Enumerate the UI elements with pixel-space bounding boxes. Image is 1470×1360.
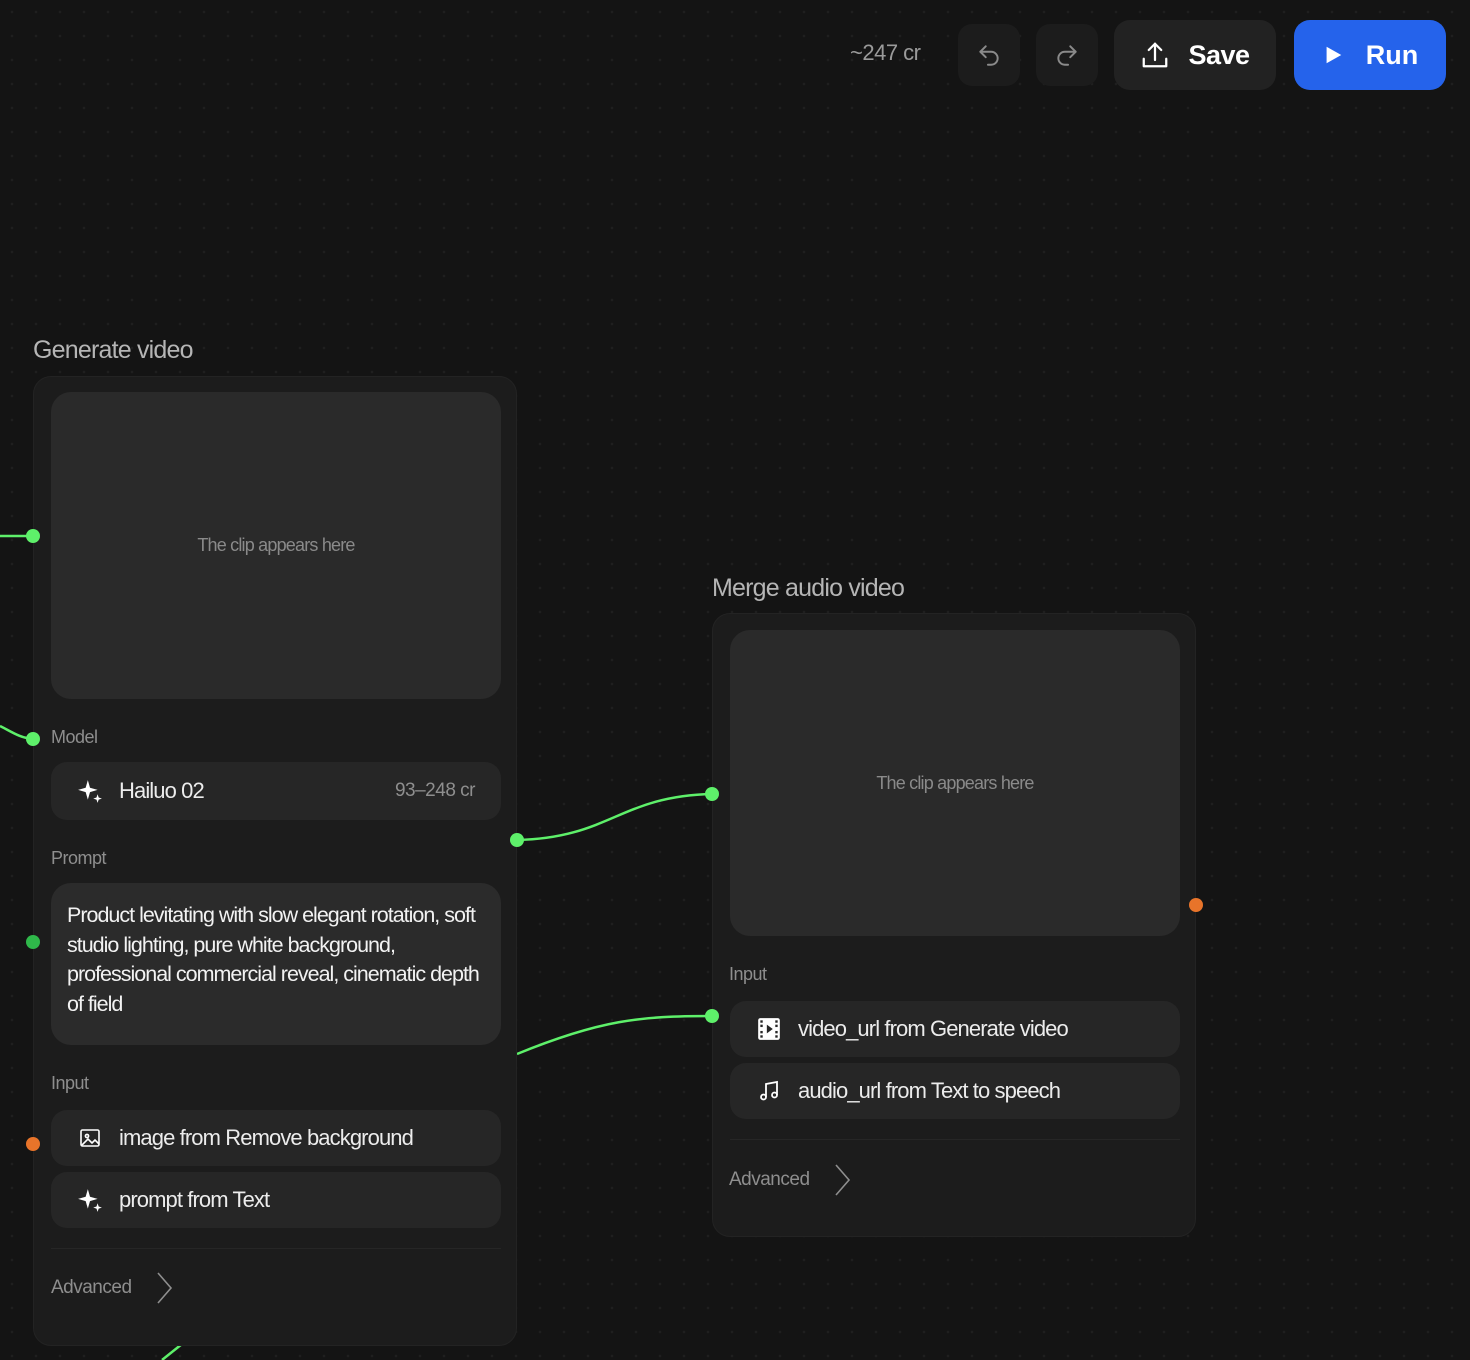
advanced-toggle[interactable]: Advanced [51, 1271, 174, 1305]
video-preview: The clip appears here [730, 630, 1180, 936]
model-name: Hailuo 02 [119, 778, 205, 803]
advanced-label: Advanced [51, 1277, 132, 1298]
merge-audio-input-port[interactable] [705, 1009, 719, 1023]
sparkle-icon [77, 778, 103, 804]
input-row-image[interactable]: image from Remove background [51, 1110, 501, 1166]
run-label: Run [1365, 39, 1419, 70]
advanced-toggle[interactable]: Advanced [729, 1163, 852, 1197]
prompt-input[interactable]: Product levitating with slow elegant rot… [51, 883, 501, 1045]
film-icon [756, 1016, 782, 1042]
input-row-audio[interactable]: audio_url from Text to speech [730, 1063, 1180, 1119]
prompt-input-port[interactable] [26, 935, 40, 949]
merge-audio-video-node[interactable]: The clip appears here Input video_url fr… [712, 613, 1196, 1237]
credits-balance: ~247 cr [850, 40, 921, 65]
model-selector[interactable]: Hailuo 02 93–248 cr [51, 762, 501, 820]
input-row-label: prompt from Text [119, 1187, 270, 1212]
input-row-label: image from Remove background [119, 1125, 414, 1150]
divider [51, 1248, 501, 1249]
model-cost: 93–248 cr [394, 780, 476, 801]
redo-button[interactable] [1036, 24, 1098, 86]
divider [730, 1139, 1180, 1140]
undo-icon [979, 45, 999, 66]
input-row-label: video_url from Generate video [798, 1016, 1069, 1041]
merge-audio-video-title: Merge audio video [712, 574, 905, 602]
model-input-port[interactable] [26, 732, 40, 746]
advanced-label: Advanced [729, 1169, 810, 1190]
input-row-label: audio_url from Text to speech [798, 1078, 1061, 1103]
model-label: Model [51, 727, 98, 747]
input-row-prompt[interactable]: prompt from Text [51, 1172, 501, 1228]
sparkle-icon [77, 1187, 103, 1213]
upload-icon [1143, 42, 1168, 68]
generate-video-title: Generate video [33, 336, 194, 364]
image-icon [77, 1125, 103, 1151]
video-preview: The clip appears here [51, 392, 501, 699]
run-button[interactable]: Run [1294, 20, 1446, 90]
input-label: Input [729, 964, 767, 984]
chevron-right-icon [834, 1164, 850, 1196]
image-input-port[interactable] [26, 1137, 40, 1151]
save-button[interactable]: Save [1114, 20, 1276, 90]
prompt-label: Prompt [51, 848, 107, 868]
input-row-video[interactable]: video_url from Generate video [730, 1001, 1180, 1057]
generate-output-port[interactable] [510, 833, 524, 847]
video-input-port[interactable] [26, 529, 40, 543]
merge-video-input-port[interactable] [705, 787, 719, 801]
play-icon [1326, 46, 1341, 64]
redo-icon [1057, 45, 1077, 66]
chevron-right-icon [156, 1272, 172, 1304]
undo-button[interactable] [958, 24, 1020, 86]
input-label: Input [51, 1073, 89, 1093]
save-label: Save [1188, 39, 1250, 70]
generate-video-node[interactable]: The clip appears here Model Hailuo 02 93… [33, 376, 517, 1346]
music-icon [756, 1078, 782, 1104]
merge-output-port[interactable] [1189, 898, 1203, 912]
